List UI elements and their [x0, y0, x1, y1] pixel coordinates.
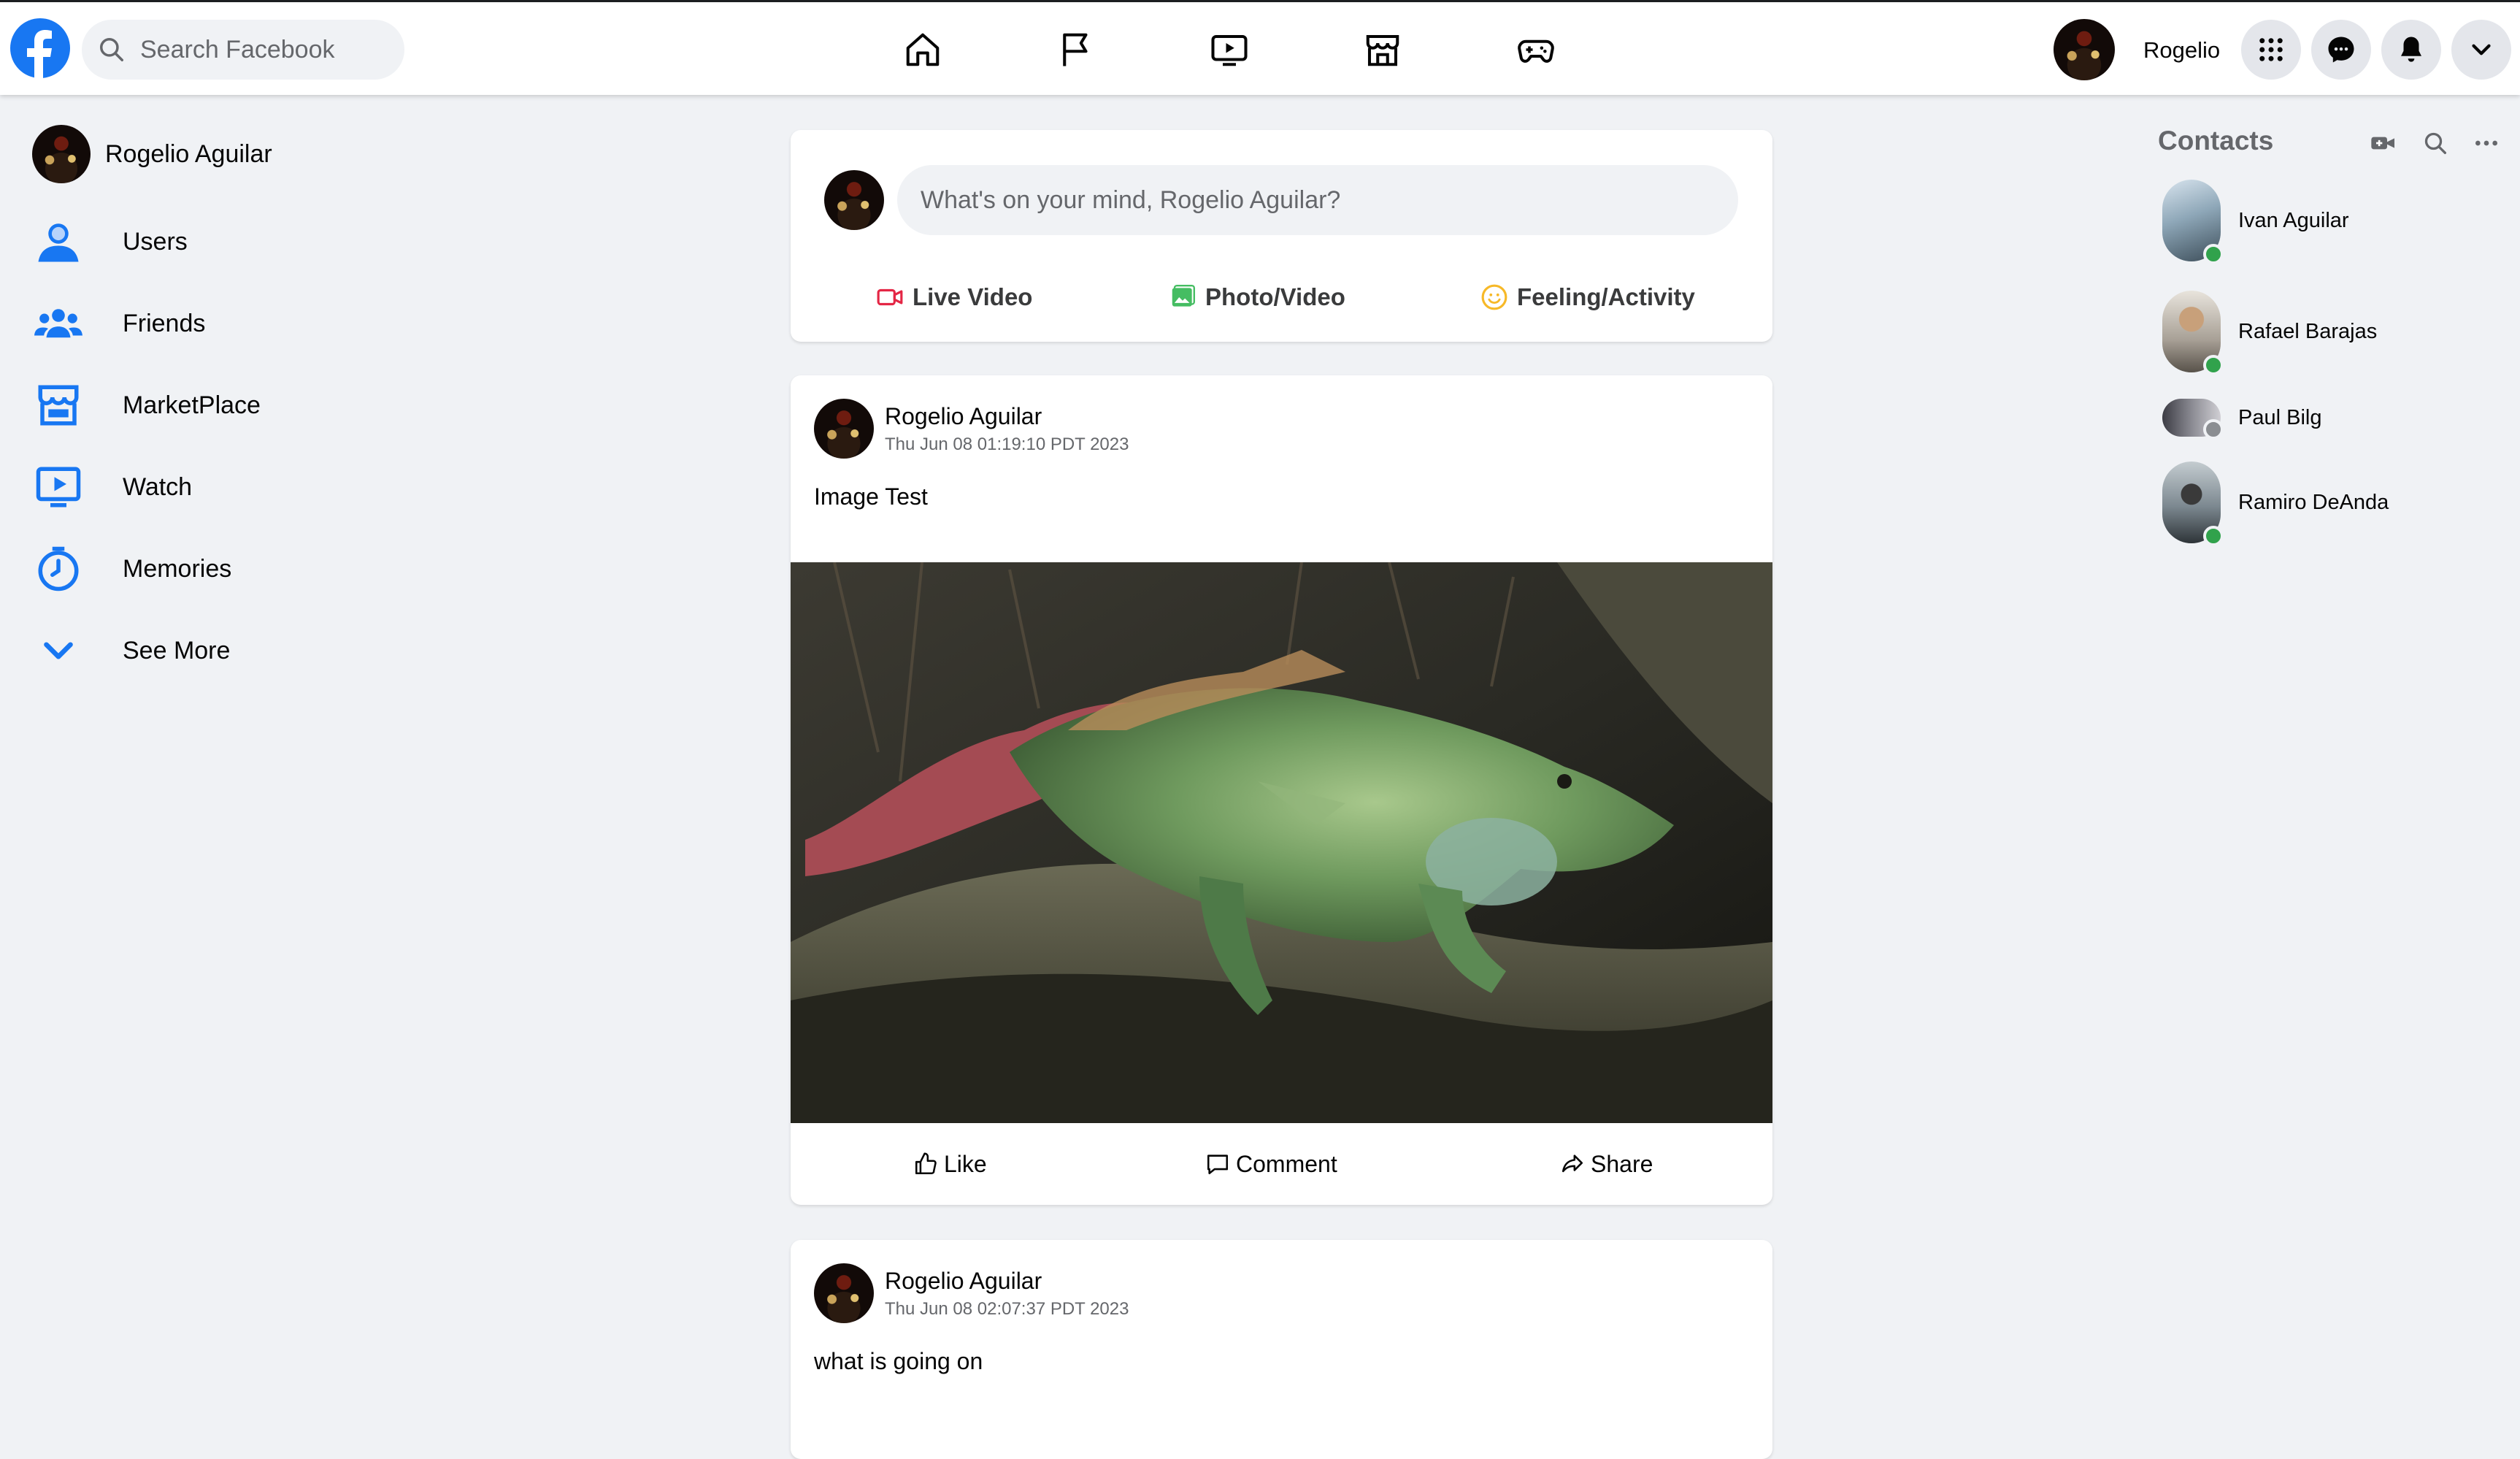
sidebar-item-label: Users [123, 227, 188, 256]
offline-status-dot [2203, 419, 2224, 440]
contact-avatar [2162, 180, 2224, 264]
live-video-button[interactable]: Live Video [876, 275, 1032, 320]
sidebar-item-label: See More [123, 636, 231, 665]
sidebar-item-watch[interactable]: Watch [32, 454, 192, 520]
gaming-icon[interactable] [1516, 30, 1556, 69]
post-author-avatar[interactable] [814, 1263, 874, 1323]
user-icon [32, 215, 85, 268]
post-author-avatar[interactable] [814, 399, 874, 459]
search-input[interactable] [140, 35, 388, 64]
post-composer: What's on your mind, Rogelio Aguilar? Li… [791, 130, 1772, 342]
composer-input[interactable]: What's on your mind, Rogelio Aguilar? [897, 165, 1738, 235]
flag-icon[interactable] [1056, 30, 1096, 69]
like-button[interactable]: Like [913, 1123, 987, 1205]
sidebar-profile-name: Rogelio Aguilar [105, 139, 272, 168]
feeling-icon [1481, 284, 1507, 310]
photo-video-button[interactable]: Photo/Video [1169, 275, 1345, 320]
share-label: Share [1591, 1150, 1653, 1177]
post-author[interactable]: Rogelio Aguilar [885, 1268, 1042, 1295]
online-status-dot [2203, 526, 2224, 546]
watch-icon[interactable] [1210, 30, 1249, 69]
feeling-activity-button[interactable]: Feeling/Activity [1480, 275, 1695, 320]
memories-clock-icon [32, 543, 85, 595]
post-actions-bar: Like Comment Share [791, 1123, 1772, 1205]
contact-item[interactable]: Ramiro DeAnda [2162, 462, 2389, 546]
post-timestamp[interactable]: Thu Jun 08 02:07:37 PDT 2023 [885, 1299, 1129, 1320]
contact-name: Ramiro DeAnda [2238, 490, 2389, 514]
post-text: Image Test [814, 483, 928, 510]
online-status-dot [2203, 355, 2224, 375]
menu-grid-icon[interactable] [2241, 20, 2301, 80]
sidebar-item-see-more[interactable]: See More [32, 618, 230, 683]
like-label: Like [944, 1150, 987, 1177]
post-text: what is going on [814, 1348, 983, 1374]
contact-name: Paul Bilg [2238, 405, 2322, 429]
contact-avatar [2162, 399, 2224, 440]
share-button[interactable]: Share [1560, 1123, 1653, 1205]
contact-item[interactable]: Paul Bilg [2162, 399, 2322, 440]
notifications-icon[interactable] [2381, 20, 2441, 80]
composer-placeholder: What's on your mind, Rogelio Aguilar? [921, 185, 1341, 214]
contacts-more-icon[interactable] [2472, 129, 2501, 158]
messenger-icon[interactable] [2311, 20, 2371, 80]
account-avatar[interactable] [2054, 19, 2115, 80]
post-card: Rogelio Aguilar Thu Jun 08 01:19:10 PDT … [791, 375, 1772, 1205]
sidebar-item-label: MarketPlace [123, 391, 261, 419]
account-name[interactable]: Rogelio [2143, 37, 2220, 64]
top-navbar: Rogelio [0, 0, 2520, 95]
online-status-dot [2203, 244, 2224, 264]
contact-avatar [2162, 291, 2224, 375]
composer-avatar [824, 170, 884, 230]
feeling-activity-label: Feeling/Activity [1517, 283, 1695, 310]
photo-video-label: Photo/Video [1205, 283, 1345, 310]
like-icon [915, 1152, 937, 1175]
search-bar[interactable] [82, 20, 404, 80]
new-room-video-icon[interactable] [2369, 129, 2398, 158]
sidebar-item-label: Memories [123, 554, 232, 583]
marketplace-icon [32, 379, 85, 432]
photo-icon [1172, 284, 1196, 307]
watch-icon [32, 461, 85, 513]
contact-name: Rafael Barajas [2238, 319, 2378, 343]
comment-icon [1207, 1154, 1229, 1175]
chevron-down-icon [32, 624, 85, 677]
marketplace-icon[interactable] [1363, 30, 1402, 69]
sidebar-item-friends[interactable]: Friends [32, 291, 205, 356]
sidebar-item-label: Watch [123, 472, 193, 501]
search-icon [100, 38, 123, 61]
contact-item[interactable]: Rafael Barajas [2162, 291, 2378, 375]
comment-label: Comment [1236, 1150, 1337, 1177]
live-video-icon [877, 288, 903, 306]
account-chevron-icon[interactable] [2451, 20, 2511, 80]
post-image[interactable] [791, 562, 1772, 1123]
sidebar-profile[interactable]: Rogelio Aguilar [32, 121, 272, 187]
live-video-label: Live Video [913, 283, 1033, 310]
contacts-search-icon[interactable] [2421, 129, 2450, 158]
sidebar-item-marketplace[interactable]: MarketPlace [32, 372, 261, 438]
home-icon[interactable] [903, 30, 942, 69]
post-author[interactable]: Rogelio Aguilar [885, 403, 1042, 430]
sidebar-item-memories[interactable]: Memories [32, 536, 231, 602]
contact-name: Ivan Aguilar [2238, 208, 2349, 232]
sidebar-profile-avatar [32, 125, 91, 183]
post-timestamp[interactable]: Thu Jun 08 01:19:10 PDT 2023 [885, 434, 1129, 455]
contact-item[interactable]: Ivan Aguilar [2162, 180, 2349, 264]
share-icon [1561, 1154, 1583, 1173]
facebook-logo-icon[interactable] [10, 18, 70, 78]
contacts-title: Contacts [2158, 126, 2274, 156]
contact-avatar [2162, 462, 2224, 546]
comment-button[interactable]: Comment [1205, 1123, 1337, 1205]
sidebar-item-users[interactable]: Users [32, 209, 188, 275]
post-card: Rogelio Aguilar Thu Jun 08 02:07:37 PDT … [791, 1240, 1772, 1459]
sidebar-item-label: Friends [123, 309, 206, 337]
friends-icon [32, 297, 85, 350]
